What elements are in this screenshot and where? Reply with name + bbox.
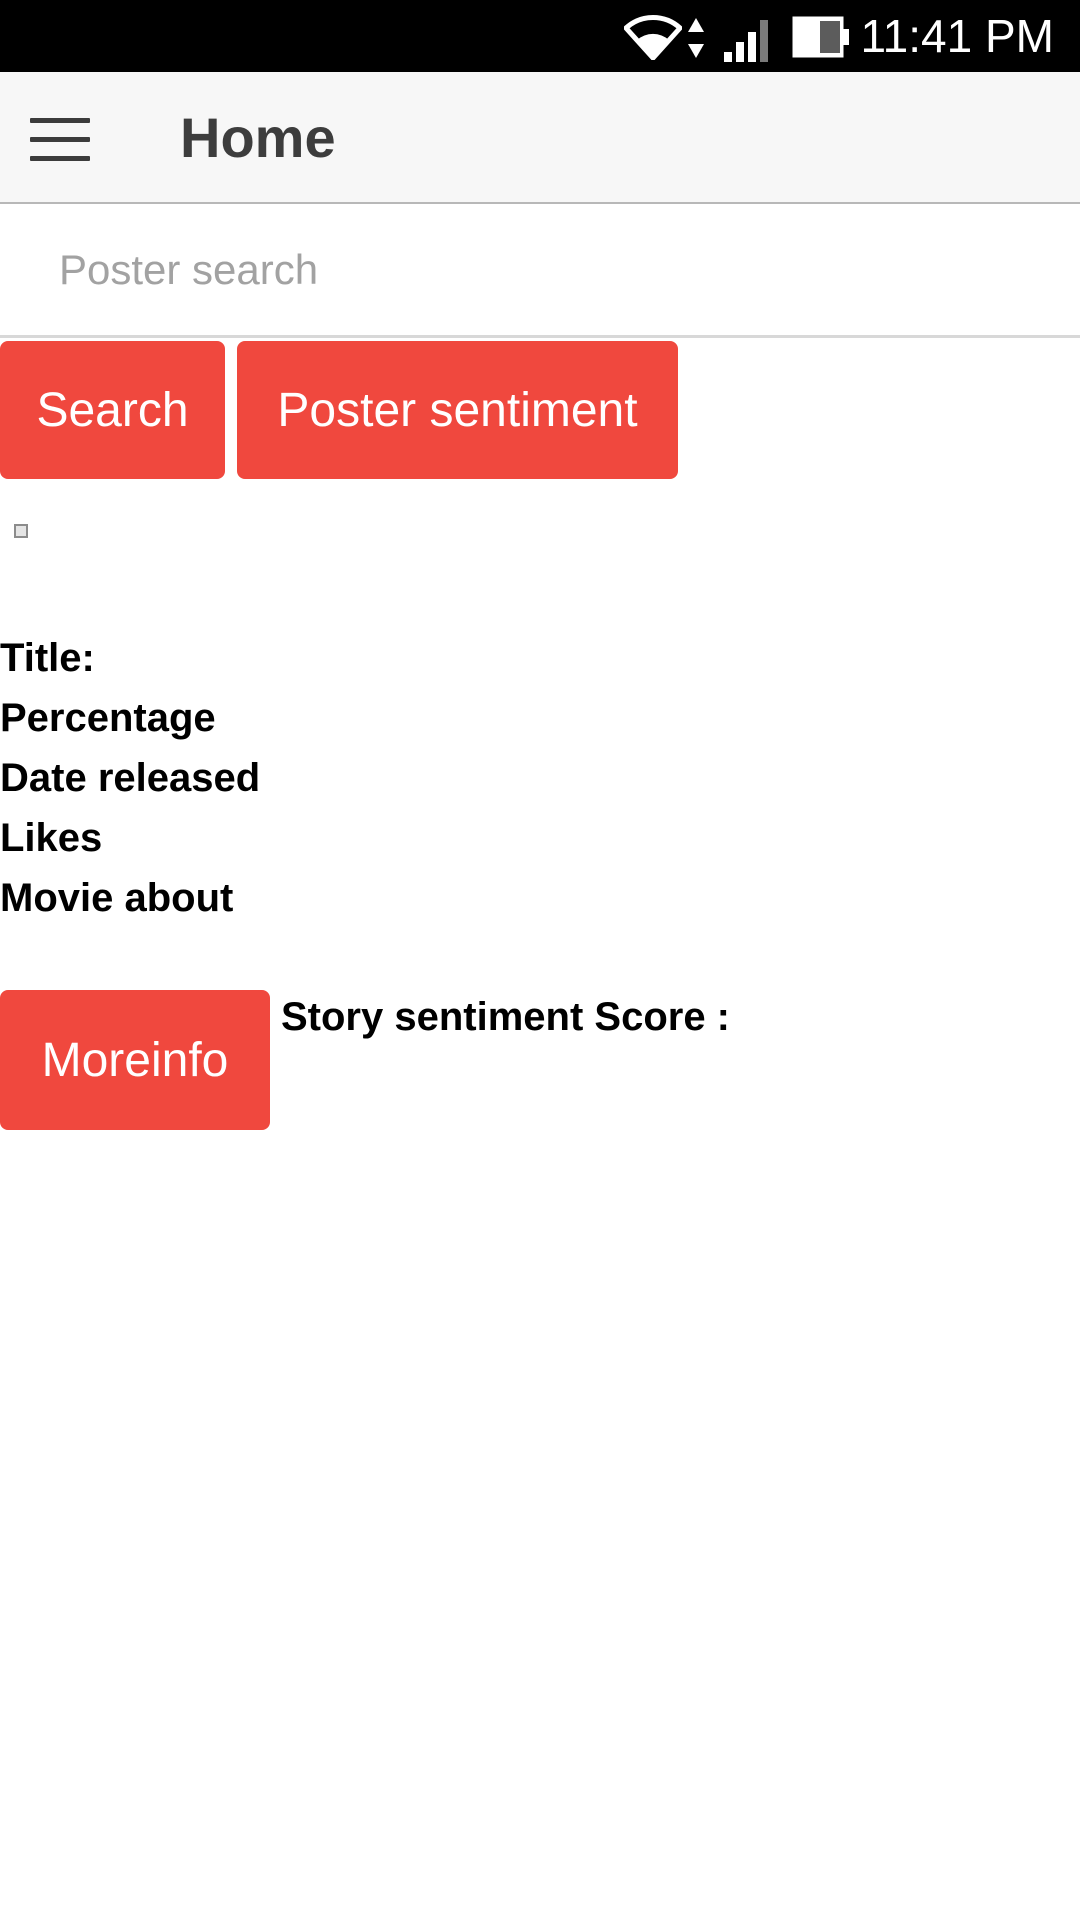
date-released-label: Date released xyxy=(0,756,261,800)
movie-about-label: Movie about xyxy=(0,876,234,920)
poster-search-input[interactable] xyxy=(0,204,1080,338)
status-time: 11:41 PM xyxy=(860,10,1054,62)
status-bar: 11:41 PM xyxy=(0,0,1080,72)
story-sentiment-score-label: Story sentiment Score : xyxy=(281,995,731,1039)
likes-label: Likes xyxy=(0,816,103,860)
search-button[interactable]: Search xyxy=(0,341,225,479)
poster-sentiment-button[interactable]: Poster sentiment xyxy=(237,341,678,479)
broken-image-icon xyxy=(14,524,28,538)
hamburger-menu-icon[interactable] xyxy=(30,118,90,161)
battery-icon xyxy=(792,16,849,58)
wifi-icon xyxy=(624,15,682,60)
signal-icon xyxy=(724,20,768,62)
data-arrows-icon xyxy=(688,18,704,58)
page-title: Home xyxy=(180,106,336,169)
title-label: Title: xyxy=(0,636,95,680)
moreinfo-button[interactable]: Moreinfo xyxy=(0,990,270,1130)
percentage-label: Percentage xyxy=(0,696,216,740)
app-bar: Home xyxy=(0,72,1080,204)
